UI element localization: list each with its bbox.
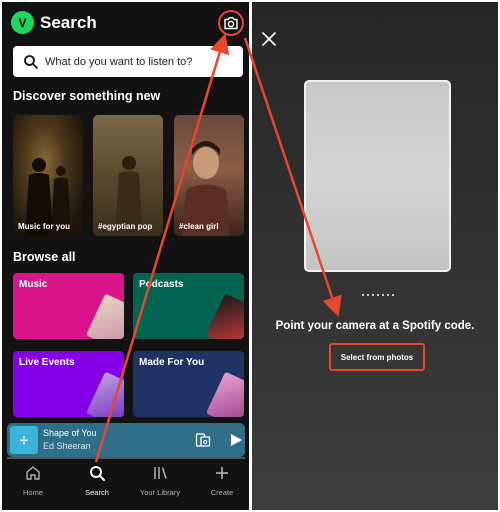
nav-label: Search	[85, 488, 109, 497]
select-from-photos-button[interactable]: Select from photos	[329, 343, 425, 371]
scanner-screen: Point your camera at a Spotify code. Sel…	[252, 2, 498, 510]
camera-button[interactable]	[218, 10, 244, 36]
silhouette-image	[25, 158, 71, 236]
loading-dots	[362, 294, 394, 296]
nav-label: Your Library	[139, 488, 181, 497]
avatar[interactable]: V	[11, 11, 34, 34]
play-icon[interactable]	[228, 432, 244, 448]
tile-label: Music	[19, 279, 48, 290]
home-icon	[26, 466, 40, 480]
playback-progress	[7, 457, 245, 459]
browse-tile-music[interactable]: Music	[13, 273, 124, 339]
nav-label: Create	[210, 488, 234, 497]
library-icon	[154, 467, 167, 479]
singer-image	[115, 156, 143, 236]
now-playing-bar[interactable]: ÷ Shape of You Ed Sheeran	[7, 423, 245, 457]
discover-heading: Discover something new	[13, 89, 161, 103]
connect-device-icon[interactable]	[195, 432, 211, 448]
tile-artwork	[205, 293, 244, 339]
search-screen: V Search Discover something new Music fo…	[2, 2, 249, 510]
tile-artwork	[205, 371, 244, 417]
search-bar[interactable]	[13, 46, 243, 77]
portrait-image	[182, 141, 230, 236]
tile-label: Live Events	[19, 357, 75, 368]
camera-icon	[224, 17, 238, 30]
bottom-nav: Home Search Your Library Create	[2, 460, 249, 510]
page-title: Search	[40, 13, 97, 32]
tile-artwork	[85, 371, 124, 417]
nav-home[interactable]: Home	[5, 464, 61, 497]
discover-card-label: Music for you	[18, 222, 71, 231]
track-artist: Ed Sheeran	[43, 441, 91, 451]
search-input[interactable]	[45, 55, 235, 68]
nav-search[interactable]: Search	[69, 464, 125, 497]
nav-label: Home	[22, 488, 43, 497]
discover-card-clean-girl[interactable]: #clean girl	[174, 115, 244, 236]
browse-heading: Browse all	[13, 250, 76, 264]
tile-artwork	[85, 293, 124, 339]
close-icon[interactable]	[260, 30, 278, 48]
scanner-instruction: Point your camera at a Spotify code.	[275, 320, 475, 332]
discover-card-egyptian-pop[interactable]: #egyptian pop	[93, 115, 163, 236]
search-icon	[90, 466, 105, 481]
tile-label: Podcasts	[139, 279, 184, 290]
browse-tile-made-for-you[interactable]: Made For You	[133, 351, 244, 417]
browse-tile-live-events[interactable]: Live Events	[13, 351, 124, 417]
nav-create[interactable]: Create	[194, 464, 249, 497]
plus-icon	[216, 467, 228, 479]
discover-card-music-for-you[interactable]: Music for you	[13, 115, 83, 236]
discover-card-label: #egyptian pop	[98, 222, 153, 231]
search-icon	[23, 54, 39, 70]
album-art: ÷	[10, 426, 38, 454]
nav-your-library[interactable]: Your Library	[132, 464, 188, 497]
browse-tile-podcasts[interactable]: Podcasts	[133, 273, 244, 339]
track-title: Shape of You	[43, 428, 97, 438]
discover-card-label: #clean girl	[179, 222, 219, 231]
tile-label: Made For You	[139, 357, 205, 368]
camera-viewfinder	[304, 80, 451, 272]
